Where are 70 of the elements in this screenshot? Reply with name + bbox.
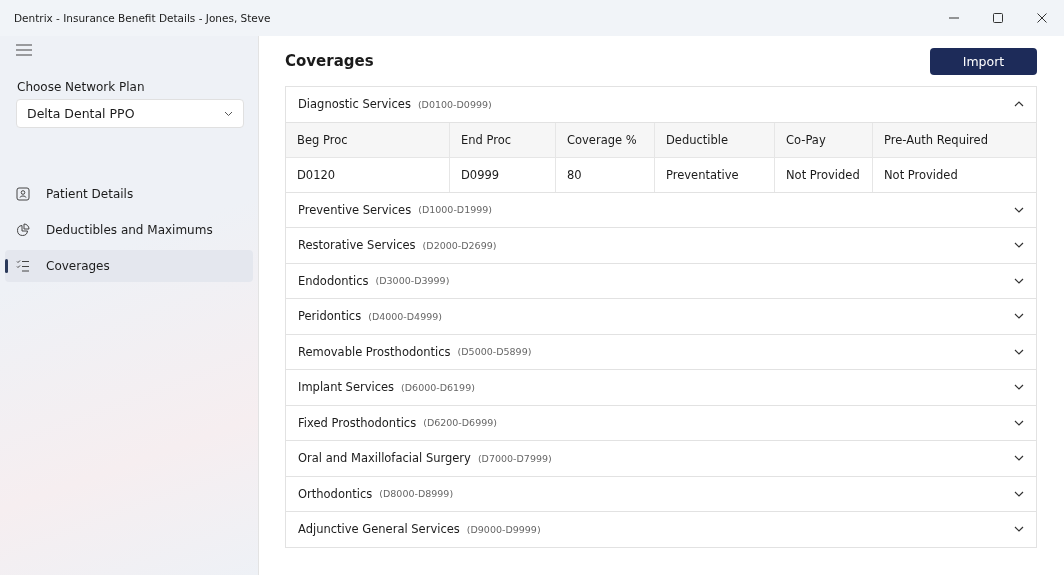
accordion-header[interactable]: Oral and Maxillofacial Surgery (D7000-D7999) <box>286 441 1036 476</box>
column-header: Deductible <box>655 122 775 158</box>
table-cell-text: Not Provided <box>883 166 959 184</box>
window-title: Dentrix - Insurance Benefit Details - Jones, Steve <box>14 12 271 24</box>
chevron-down-icon <box>1014 206 1024 213</box>
accordion-header[interactable]: Peridontics (D4000-D4999) <box>286 299 1036 334</box>
nav-item[interactable]: Coverages <box>5 250 253 282</box>
pie-chart-icon <box>16 223 30 237</box>
plan-dropdown[interactable]: Delta Dental PPO <box>16 99 244 128</box>
section-title: Fixed Prosthodontics <box>298 415 417 430</box>
chevron-down-icon <box>1014 348 1024 355</box>
section-title: Restorative Services <box>298 238 416 253</box>
code-range: (D3000-D3999) <box>375 275 450 287</box>
code-range: (D4000-D4999) <box>368 310 442 322</box>
id-card-icon <box>16 187 30 201</box>
column-header: Co-Pay <box>775 122 873 158</box>
section-title: Preventive Services <box>298 202 412 217</box>
code-range: (D2000-D2699) <box>422 239 497 251</box>
nav-item[interactable]: Patient Details <box>5 178 253 210</box>
nav-item[interactable]: Deductibles and Maximums <box>5 214 253 246</box>
maximize-icon[interactable] <box>992 12 1004 24</box>
accordion-header[interactable]: Restorative Services (D2000-D2699) <box>286 228 1036 263</box>
accordion-header[interactable]: Diagnostic Services (D0100-D0999) <box>286 87 1036 122</box>
code-range: (D9000-D9999) <box>466 523 541 535</box>
column-header: End Proc <box>450 122 556 158</box>
chevron-down-icon <box>1014 419 1024 426</box>
section-title: Oral and Maxillofacial Surgery <box>298 451 471 466</box>
section-title: Peridontics <box>298 309 362 324</box>
section-title: Implant Services <box>298 380 395 395</box>
accordion-header[interactable]: Endodontics (D3000-D3999) <box>286 263 1036 298</box>
plan-label: Choose Network Plan <box>17 80 146 94</box>
chevron-down-icon <box>1014 384 1024 391</box>
chevron-down-icon <box>1014 490 1024 497</box>
chevron-down-icon <box>1014 313 1024 320</box>
accordion-header[interactable]: Preventive Services (D1000-D1999) <box>286 192 1036 227</box>
chevron-up-icon <box>1014 101 1024 108</box>
table-cell: Preventative <box>655 157 775 192</box>
page-title: Coverages <box>285 52 374 70</box>
column-header: Coverage % <box>556 122 655 158</box>
chevron-down-icon <box>224 110 233 117</box>
code-range: (D5000-D5899) <box>457 346 532 358</box>
table-cell: Not Provided <box>775 157 873 192</box>
accordion-header[interactable]: Orthodontics (D8000-D8999) <box>286 476 1036 511</box>
code-range: (D7000-D7999) <box>477 452 552 464</box>
accordion-header[interactable]: Fixed Prosthodontics (D6200-D6999) <box>286 405 1036 440</box>
table-cell: D0999 <box>450 157 556 192</box>
section-title: Endodontics <box>298 273 369 288</box>
table-cell: 80 <box>556 157 655 192</box>
checklist-icon <box>16 259 30 273</box>
column-header: Beg Proc <box>286 122 450 158</box>
section-title: Adjunctive General Services <box>298 522 460 537</box>
chevron-down-icon <box>1014 455 1024 462</box>
accordion-header[interactable]: Adjunctive General Services (D9000-D9999) <box>286 512 1036 547</box>
chevron-down-icon <box>1014 526 1024 533</box>
section-title: Removable Prosthodontics <box>298 344 451 359</box>
accordion-header[interactable]: Removable Prosthodontics (D5000-D5899) <box>286 334 1036 369</box>
table-cell: D0120 <box>286 157 450 192</box>
column-header: Pre-Auth Required <box>873 122 1036 158</box>
close-icon[interactable] <box>1036 12 1048 24</box>
chevron-down-icon <box>1014 277 1024 284</box>
code-range: (D6000-D6199) <box>401 381 475 393</box>
code-range: (D6200-D6999) <box>423 417 497 429</box>
chevron-down-icon <box>1014 242 1024 249</box>
section-title: Orthodontics <box>298 486 373 501</box>
code-range: (D8000-D8999) <box>379 488 454 500</box>
code-range: (D0100-D0999) <box>417 98 492 110</box>
section-title: Diagnostic Services <box>298 97 411 112</box>
accordion-header[interactable]: Implant Services (D6000-D6199) <box>286 370 1036 405</box>
import-button[interactable]: Import <box>930 47 1037 75</box>
code-range: (D1000-D1999) <box>418 204 492 216</box>
